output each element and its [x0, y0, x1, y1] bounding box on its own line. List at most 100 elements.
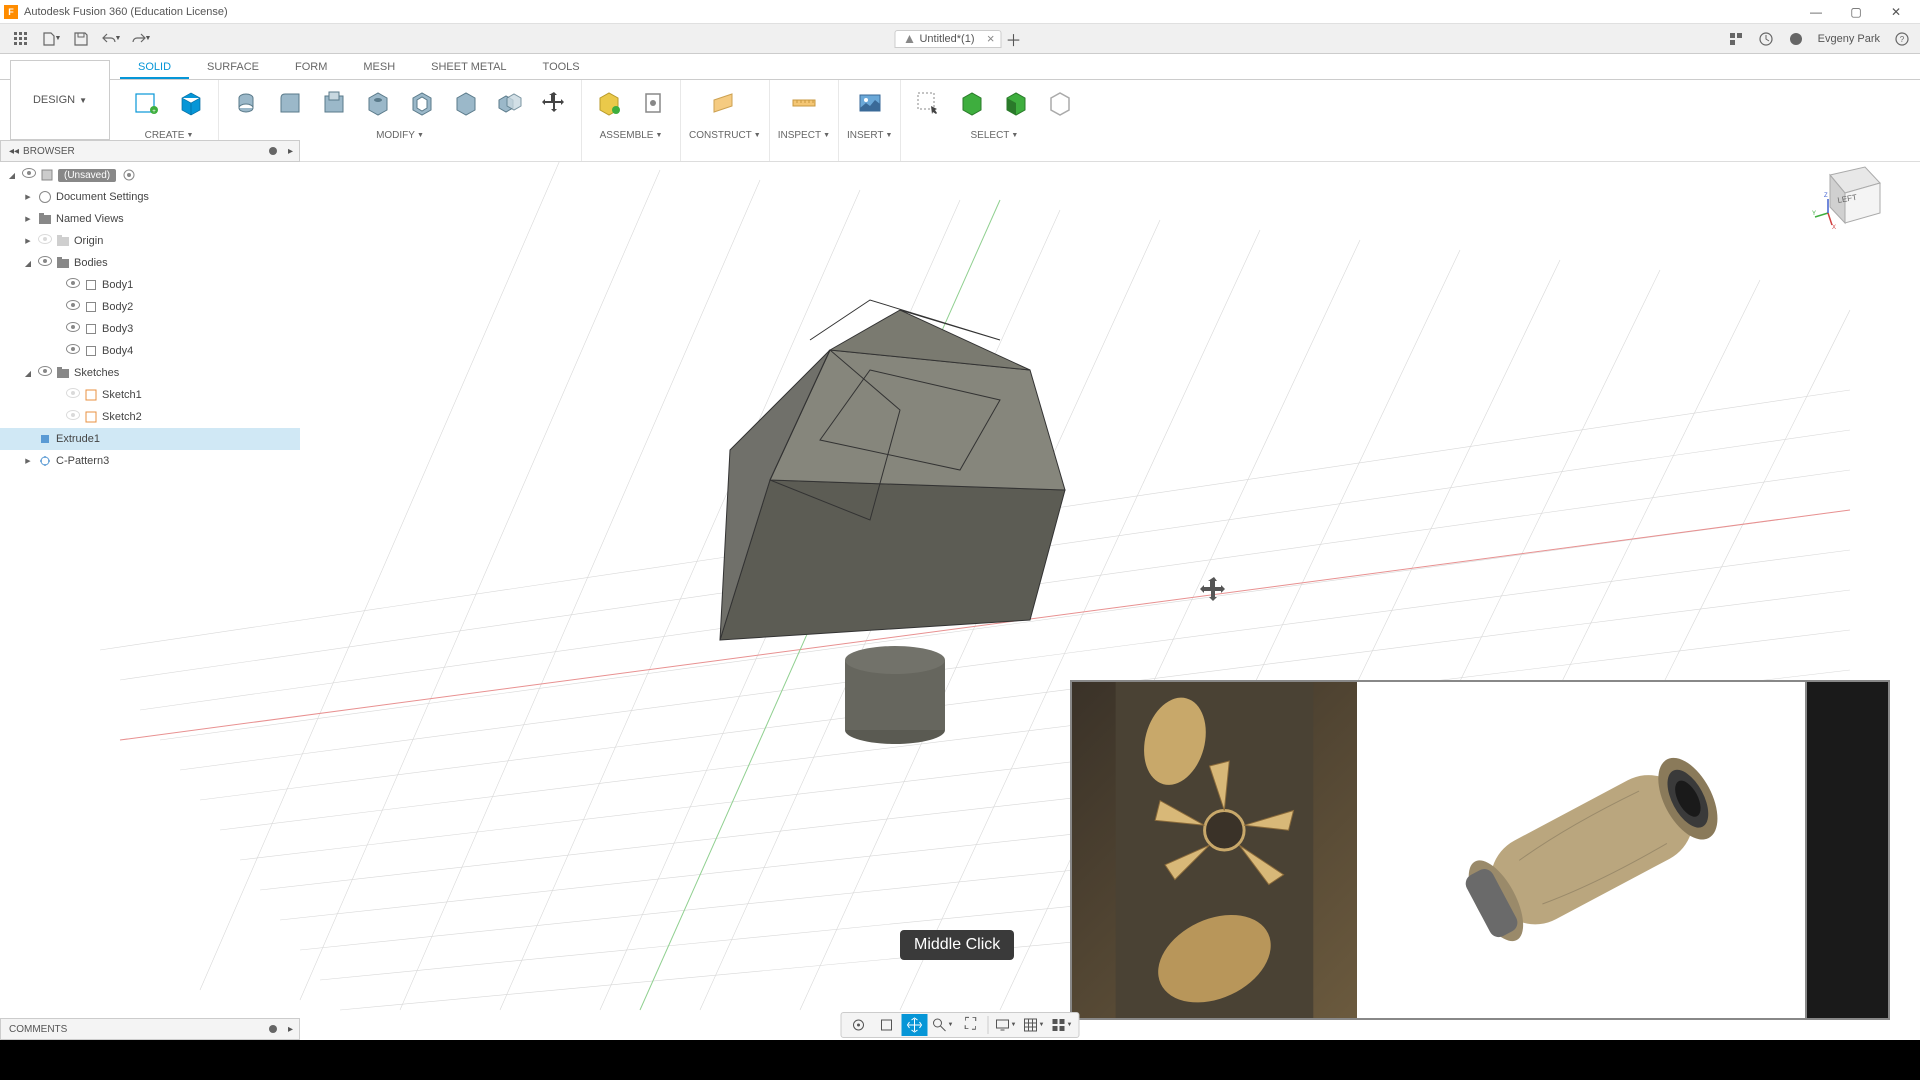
model-geometry [720, 300, 1065, 744]
shell-button[interactable] [403, 84, 441, 122]
group-select: SELECT▼ [901, 80, 1087, 161]
comments-options-icon[interactable] [269, 1025, 277, 1033]
browser-title: BROWSER [23, 146, 75, 157]
file-menu-button[interactable]: ▼ [36, 26, 66, 52]
select-face-button[interactable] [997, 84, 1035, 122]
reference-image-3 [1805, 682, 1888, 1018]
insert-button[interactable] [851, 84, 889, 122]
construct-label[interactable]: CONSTRUCT▼ [689, 130, 761, 141]
close-tab-button[interactable]: × [987, 31, 995, 46]
new-tab-button[interactable]: ＋ [1002, 26, 1026, 52]
grid-settings-button[interactable]: ▼ [1021, 1014, 1047, 1036]
tooltip-text: Middle Click [914, 936, 1000, 953]
tree-body2[interactable]: Body2 [0, 296, 300, 318]
insert-label[interactable]: INSERT▼ [847, 130, 892, 141]
select-edge-button[interactable] [1041, 84, 1079, 122]
close-button[interactable]: ✕ [1876, 1, 1916, 23]
tree-body3[interactable]: Body3 [0, 318, 300, 340]
assemble-label[interactable]: ASSEMBLE▼ [600, 130, 663, 141]
view-cube[interactable]: LEFT Y X Z [1810, 155, 1890, 235]
comments-panel-header[interactable]: COMMENTS ▸ [0, 1018, 300, 1040]
document-icon [903, 33, 915, 45]
user-name[interactable]: Evgeny Park [1814, 33, 1884, 45]
group-construct: CONSTRUCT▼ [681, 80, 770, 161]
zoom-button[interactable]: ▼ [930, 1014, 956, 1036]
look-at-button[interactable] [874, 1014, 900, 1036]
job-status-button[interactable] [1784, 27, 1808, 51]
workspace-switcher[interactable]: DESIGN▼ [10, 60, 110, 140]
tree-document-settings[interactable]: Document Settings [0, 186, 300, 208]
pan-button[interactable] [902, 1014, 928, 1036]
move-button[interactable] [535, 84, 573, 122]
extrude-button[interactable] [227, 84, 265, 122]
reference-image-panel[interactable] [1070, 680, 1890, 1020]
select-label[interactable]: SELECT▼ [971, 130, 1019, 141]
select-body-button[interactable] [953, 84, 991, 122]
tree-named-views[interactable]: Named Views [0, 208, 300, 230]
document-tab[interactable]: Untitled*(1) × [894, 30, 1001, 48]
draft-button[interactable] [447, 84, 485, 122]
tree-root[interactable]: (Unsaved) [0, 164, 300, 186]
tree-extrude1[interactable]: Extrude1 [0, 428, 300, 450]
redo-button[interactable]: ▼ [126, 26, 156, 52]
svg-text:?: ? [1900, 35, 1905, 44]
tree-cpattern3[interactable]: C-Pattern3 [0, 450, 300, 472]
minimize-button[interactable]: — [1796, 1, 1836, 23]
tree-body4[interactable]: Body4 [0, 340, 300, 362]
reference-image-1 [1072, 682, 1357, 1018]
save-button[interactable] [66, 26, 96, 52]
measure-button[interactable] [785, 84, 823, 122]
tab-solid[interactable]: SOLID [120, 57, 189, 79]
tree-sketches[interactable]: Sketches [0, 362, 300, 384]
quick-access-toolbar: ▼ ▼ ▼ Untitled*(1) × ＋ Evgeny Park ? [0, 24, 1920, 54]
comments-pin-icon[interactable]: ▸ [288, 1024, 293, 1035]
combine-button[interactable] [491, 84, 529, 122]
viewport-layout-button[interactable]: ▼ [1049, 1014, 1075, 1036]
help-button[interactable]: ? [1890, 27, 1914, 51]
app-title: Autodesk Fusion 360 (Education License) [24, 6, 1796, 18]
tree-bodies[interactable]: Bodies [0, 252, 300, 274]
new-sketch-button[interactable]: + [128, 84, 166, 122]
svg-text:+: + [152, 109, 156, 115]
browser-options-icon[interactable] [269, 147, 277, 155]
browser-tree: (Unsaved) Document Settings Named Views … [0, 164, 300, 472]
tree-body1[interactable]: Body1 [0, 274, 300, 296]
apps-grid-button[interactable] [6, 26, 36, 52]
tree-sketch2[interactable]: Sketch2 [0, 406, 300, 428]
tab-sheet-metal[interactable]: SHEET METAL [413, 57, 524, 79]
new-component-button[interactable] [590, 84, 628, 122]
tree-origin[interactable]: Origin [0, 230, 300, 252]
joint-button[interactable] [634, 84, 672, 122]
fit-button[interactable]: ⛶ [958, 1014, 984, 1036]
hole-button[interactable] [359, 84, 397, 122]
orbit-button[interactable] [846, 1014, 872, 1036]
bottom-border [0, 1040, 1920, 1080]
press-pull-button[interactable] [315, 84, 353, 122]
tab-tools[interactable]: TOOLS [525, 57, 598, 79]
browser-pin-icon[interactable]: ▸ [288, 146, 293, 157]
select-window-button[interactable] [909, 84, 947, 122]
display-settings-button[interactable]: ▼ [993, 1014, 1019, 1036]
root-label: (Unsaved) [58, 169, 116, 182]
tab-surface[interactable]: SURFACE [189, 57, 277, 79]
reference-image-2 [1357, 682, 1805, 1018]
notifications-button[interactable] [1754, 27, 1778, 51]
extensions-button[interactable] [1724, 27, 1748, 51]
modify-label[interactable]: MODIFY▼ [376, 130, 424, 141]
inspect-label[interactable]: INSPECT▼ [778, 130, 830, 141]
svg-text:X: X [1832, 225, 1836, 231]
tab-mesh[interactable]: MESH [345, 57, 413, 79]
comments-title: COMMENTS [9, 1024, 67, 1035]
fillet-button[interactable] [271, 84, 309, 122]
svg-text:Z: Z [1824, 193, 1828, 199]
construct-plane-button[interactable] [706, 84, 744, 122]
undo-button[interactable]: ▼ [96, 26, 126, 52]
tab-form[interactable]: FORM [277, 57, 345, 79]
tooltip: Middle Click [900, 930, 1014, 960]
tree-sketch1[interactable]: Sketch1 [0, 384, 300, 406]
navigation-bar: ▼ ⛶ ▼ ▼ ▼ [841, 1012, 1080, 1038]
create-box-button[interactable] [172, 84, 210, 122]
maximize-button[interactable]: ▢ [1836, 1, 1876, 23]
browser-panel-header[interactable]: ◂◂ BROWSER ▸ [0, 140, 300, 162]
svg-text:Y: Y [1812, 211, 1816, 217]
